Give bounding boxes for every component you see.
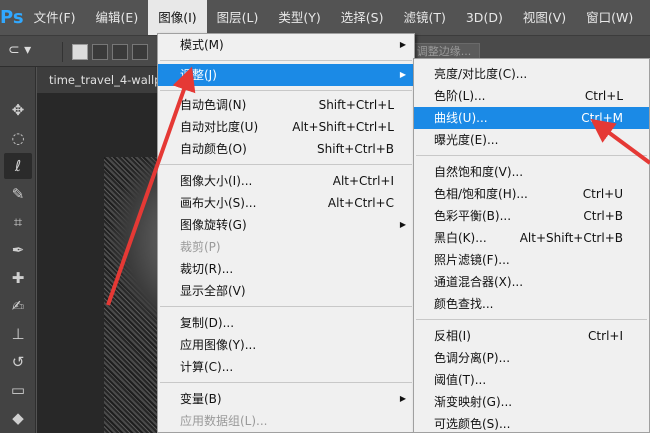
- adjustments-submenu: 亮度/对比度(C)... 色阶(L)... Ctrl+L 曲线(U)... Ctrl…: [413, 58, 650, 433]
- submenu-arrow-icon: ▶: [399, 394, 406, 403]
- submenu-arrow-icon: ▶: [399, 40, 406, 49]
- menu-separator: [160, 60, 412, 61]
- menu-image[interactable]: 图像(I): [148, 0, 207, 35]
- menu-type[interactable]: 类型(Y): [268, 0, 330, 35]
- menu-select[interactable]: 选择(S): [331, 0, 394, 35]
- menu-variables[interactable]: 变量(B) ▶: [158, 388, 414, 410]
- menu-filter[interactable]: 滤镜(T): [393, 0, 455, 35]
- menu-posterize[interactable]: 色调分离(P)...: [414, 347, 649, 369]
- menu-color-balance[interactable]: 色彩平衡(B)... Ctrl+B: [414, 205, 649, 227]
- clone-stamp-tool-icon[interactable]: ⊥: [4, 321, 32, 347]
- menu-gradient-map[interactable]: 渐变映射(G)...: [414, 391, 649, 413]
- menu-layer[interactable]: 图层(L): [207, 0, 269, 35]
- submenu-arrow-icon: ▶: [399, 220, 406, 229]
- menu-apply-data-set: 应用数据组(L)...: [180, 414, 268, 428]
- menu-adjustments[interactable]: 调整(J) ▶: [158, 64, 414, 86]
- menu-image-size[interactable]: 图像大小(I)... Alt+Ctrl+I: [158, 170, 414, 192]
- menu-separator: [160, 164, 412, 165]
- new-selection-button[interactable]: [72, 44, 88, 60]
- menu-levels[interactable]: 色阶(L)... Ctrl+L: [414, 85, 649, 107]
- subtract-selection-button[interactable]: [112, 44, 128, 60]
- tools-panel: ✥ ◌ ℓ ✎ ⌗ ✒ ✚ ✍ ⊥ ↺ ▭ ◆: [0, 67, 36, 433]
- lasso-tool-icon[interactable]: ℓ: [4, 153, 32, 179]
- menu-mode[interactable]: 模式(M) ▶: [158, 34, 414, 56]
- options-divider: [62, 42, 63, 62]
- move-tool-icon[interactable]: ✥: [4, 97, 32, 123]
- menu-threshold[interactable]: 阈值(T)...: [414, 369, 649, 391]
- menu-curves[interactable]: 曲线(U)... Ctrl+M: [414, 107, 649, 129]
- menu-auto-contrast[interactable]: 自动对比度(U) Alt+Shift+Ctrl+L: [158, 116, 414, 138]
- menu-file[interactable]: 文件(F): [24, 0, 86, 35]
- photoshop-logo: Ps: [0, 7, 24, 28]
- menu-vibrance[interactable]: 自然饱和度(V)...: [414, 161, 649, 183]
- menu-separator: [160, 306, 412, 307]
- menu-reveal-all[interactable]: 显示全部(V): [158, 280, 414, 302]
- menu-brightness-contrast[interactable]: 亮度/对比度(C)...: [414, 63, 649, 85]
- menu-edit[interactable]: 编辑(E): [86, 0, 149, 35]
- menu-separator: [160, 382, 412, 383]
- menu-help[interactable]: 帮助: [643, 0, 650, 35]
- menu-trim[interactable]: 裁切(R)...: [158, 258, 414, 280]
- marquee-tool-icon[interactable]: ◌: [4, 125, 32, 151]
- intersect-selection-button[interactable]: [132, 44, 148, 60]
- photoshop-window: { "app": { "logo": "Ps" }, "menubar": [ …: [0, 0, 650, 433]
- document-tab[interactable]: time_travel_4-wallp: [37, 67, 159, 93]
- lasso-preset-icon[interactable]: ⊂ ▾: [8, 42, 48, 62]
- menu-view[interactable]: 视图(V): [513, 0, 576, 35]
- quick-select-tool-icon[interactable]: ✎: [4, 181, 32, 207]
- menu-duplicate[interactable]: 复制(D)...: [158, 312, 414, 334]
- add-selection-button[interactable]: [92, 44, 108, 60]
- menu-channel-mixer[interactable]: 通道混合器(X)...: [414, 271, 649, 293]
- menu-invert[interactable]: 反相(I) Ctrl+I: [414, 325, 649, 347]
- menu-selective-color[interactable]: 可选颜色(S)...: [414, 413, 649, 433]
- menu-apply-image[interactable]: 应用图像(Y)...: [158, 334, 414, 356]
- eyedropper-tool-icon[interactable]: ✒: [4, 237, 32, 263]
- menu-bar: Ps 文件(F) 编辑(E) 图像(I) 图层(L) 类型(Y) 选择(S) 滤…: [0, 0, 650, 35]
- menu-black-white[interactable]: 黑白(K)... Alt+Shift+Ctrl+B: [414, 227, 649, 249]
- menu-window[interactable]: 窗口(W): [576, 0, 643, 35]
- healing-brush-tool-icon[interactable]: ✚: [4, 265, 32, 291]
- menu-separator: [416, 319, 647, 320]
- menu-canvas-size[interactable]: 画布大小(S)... Alt+Ctrl+C: [158, 192, 414, 214]
- menu-separator: [416, 155, 647, 156]
- brush-tool-icon[interactable]: ✍: [4, 293, 32, 319]
- menu-hue-saturation[interactable]: 色相/饱和度(H)... Ctrl+U: [414, 183, 649, 205]
- crop-tool-icon[interactable]: ⌗: [4, 209, 32, 235]
- menu-3d[interactable]: 3D(D): [456, 0, 513, 35]
- menu-color-lookup[interactable]: 颜色查找...: [414, 293, 649, 315]
- menu-auto-color[interactable]: 自动颜色(O) Shift+Ctrl+B: [158, 138, 414, 160]
- submenu-arrow-icon: ▶: [399, 70, 406, 79]
- history-brush-tool-icon[interactable]: ↺: [4, 349, 32, 375]
- menu-photo-filter[interactable]: 照片滤镜(F)...: [414, 249, 649, 271]
- paint-bucket-tool-icon[interactable]: ◆: [4, 405, 32, 431]
- menu-auto-tone[interactable]: 自动色调(N) Shift+Ctrl+L: [158, 94, 414, 116]
- menu-separator: [160, 90, 412, 91]
- menu-calculations[interactable]: 计算(C)...: [158, 356, 414, 378]
- eraser-tool-icon[interactable]: ▭: [4, 377, 32, 403]
- menu-exposure[interactable]: 曝光度(E)...: [414, 129, 649, 151]
- image-menu-dropdown: 模式(M) ▶ 调整(J) ▶ 自动色调(N) Shift+Ctrl+L 自动对比度(…: [157, 33, 415, 433]
- menu-crop: 裁剪(P): [180, 240, 221, 254]
- menu-image-rotation[interactable]: 图像旋转(G) ▶: [158, 214, 414, 236]
